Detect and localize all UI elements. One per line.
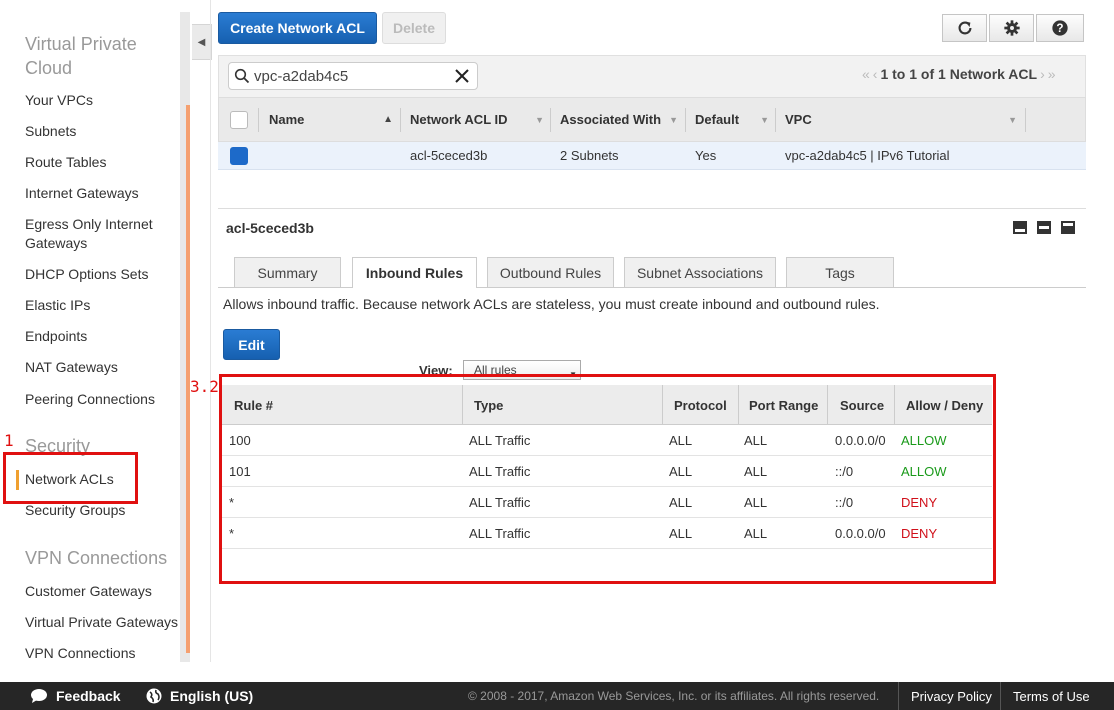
annotation-label-3-2: 3.2 xyxy=(190,377,219,396)
column-header-label: Network ACL ID xyxy=(410,112,508,127)
cell-default: Yes xyxy=(695,148,717,163)
pane-divider[interactable] xyxy=(218,208,1086,209)
highlight-box-inbound-rules xyxy=(219,374,996,584)
column-header-label: VPC xyxy=(785,112,812,127)
column-divider xyxy=(258,108,259,132)
settings-button[interactable] xyxy=(989,14,1034,42)
refresh-button[interactable] xyxy=(942,14,987,42)
privacy-policy-link[interactable]: Privacy Policy xyxy=(898,682,1004,710)
sidebar-item-egress-only-gateways[interactable]: Egress Only Internet Gateways xyxy=(25,215,170,253)
column-divider xyxy=(775,108,776,132)
rules-description: Allows inbound traffic. Because network … xyxy=(223,296,880,312)
sidebar-item-route-tables[interactable]: Route Tables xyxy=(25,153,106,172)
column-header-label: Associated With xyxy=(560,112,662,127)
table-row[interactable]: acl-5ceced3b 2 Subnets Yes vpc-a2dab4c5 … xyxy=(218,142,1086,170)
tab-inbound-rules[interactable]: Inbound Rules xyxy=(352,257,477,288)
pager-text: 1 to 1 of 1 Network ACL xyxy=(880,66,1038,82)
sidebar-item-customer-gateways[interactable]: Customer Gateways xyxy=(25,582,152,601)
tab-tags[interactable]: Tags xyxy=(786,257,894,287)
divider xyxy=(210,0,211,662)
column-divider xyxy=(1025,108,1026,132)
column-divider xyxy=(400,108,401,132)
speech-bubble-icon xyxy=(31,689,47,703)
sidebar-item-internet-gateways[interactable]: Internet Gateways xyxy=(25,184,139,203)
terms-of-use-link[interactable]: Terms of Use xyxy=(1000,682,1102,710)
acl-table-header: Name ▲ Network ACL ID ▼ Associated With ▼ D… xyxy=(218,97,1086,142)
chevron-down-icon: ▼ xyxy=(760,114,769,125)
copyright-text: © 2008 - 2017, Amazon Web Services, Inc.… xyxy=(468,689,880,703)
annotation-label-1: 1 xyxy=(4,431,14,450)
highlight-box-network-acls xyxy=(3,452,138,504)
svg-text:?: ? xyxy=(1056,22,1063,35)
next-page-icon[interactable]: › xyxy=(1040,66,1045,82)
column-header-name[interactable]: Name ▲ xyxy=(269,98,399,141)
first-page-icon[interactable]: « xyxy=(862,66,870,82)
column-divider xyxy=(550,108,551,132)
tab-outbound-rules[interactable]: Outbound Rules xyxy=(487,257,614,287)
column-header-default[interactable]: Default ▼ xyxy=(695,98,775,141)
detail-title: acl-5ceced3b xyxy=(226,220,314,236)
last-page-icon[interactable]: » xyxy=(1048,66,1056,82)
sidebar-category-vpc: Virtual Private Cloud xyxy=(25,34,137,78)
feedback-label: Feedback xyxy=(56,688,121,704)
column-header-acl-id[interactable]: Network ACL ID ▼ xyxy=(410,98,550,141)
close-icon[interactable] xyxy=(453,67,471,85)
prev-page-icon[interactable]: ‹ xyxy=(873,66,878,82)
search-value: vpc-a2dab4c5 xyxy=(254,68,349,85)
select-all-checkbox[interactable] xyxy=(230,111,248,129)
language-label: English (US) xyxy=(170,688,254,704)
help-icon: ? xyxy=(1052,20,1068,36)
tab-underline xyxy=(218,287,1086,288)
layout-top-icon[interactable] xyxy=(1061,221,1075,234)
chevron-down-icon: ▼ xyxy=(1008,114,1017,125)
sidebar-item-nat-gateways[interactable]: NAT Gateways xyxy=(25,358,118,377)
feedback-link[interactable]: Feedback xyxy=(30,688,121,704)
sidebar-item-subnets[interactable]: Subnets xyxy=(25,122,76,141)
globe-icon xyxy=(146,688,162,704)
column-header-vpc[interactable]: VPC ▼ xyxy=(785,98,1023,141)
layout-split-icon[interactable] xyxy=(1037,221,1051,234)
sidebar-item-endpoints[interactable]: Endpoints xyxy=(25,327,87,346)
sidebar-item-elastic-ips[interactable]: Elastic IPs xyxy=(25,296,90,315)
chevron-down-icon: ▼ xyxy=(669,114,678,125)
layout-bottom-icon[interactable] xyxy=(1013,221,1027,234)
delete-button[interactable]: Delete xyxy=(382,12,446,44)
cell-vpc: vpc-a2dab4c5 | IPv6 Tutorial xyxy=(785,148,950,163)
search-input[interactable]: vpc-a2dab4c5 xyxy=(228,62,478,90)
help-button[interactable]: ? xyxy=(1036,14,1084,42)
sidebar-item-dhcp-options[interactable]: DHCP Options Sets xyxy=(25,265,148,284)
column-header-label: Name xyxy=(269,112,305,127)
gear-icon xyxy=(1003,20,1020,36)
collapse-sidebar-button[interactable]: ◀ xyxy=(192,24,212,60)
column-header-associated[interactable]: Associated With ▼ xyxy=(560,98,684,141)
sidebar: Virtual Private Cloud Your VPCs Subnets … xyxy=(0,0,188,662)
chevron-down-icon: ▼ xyxy=(535,114,544,125)
column-divider xyxy=(685,108,686,132)
sidebar-item-vpn-connections[interactable]: VPN Connections xyxy=(25,644,136,663)
sidebar-category-vpn: VPN Connections xyxy=(25,548,168,568)
row-checkbox[interactable] xyxy=(230,147,248,165)
sort-asc-icon: ▲ xyxy=(383,114,393,125)
sidebar-item-peering-connections[interactable]: Peering Connections xyxy=(25,390,155,409)
cell-associated: 2 Subnets xyxy=(560,148,619,163)
cell-acl-id: acl-5ceced3b xyxy=(410,148,488,163)
footer: Feedback English (US) © 2008 - 2017, Ama… xyxy=(0,682,1114,710)
create-network-acl-button[interactable]: Create Network ACL xyxy=(218,12,377,44)
edit-button[interactable]: Edit xyxy=(223,329,280,360)
search-icon xyxy=(234,68,250,84)
sidebar-item-virtual-private-gateways[interactable]: Virtual Private Gateways xyxy=(25,613,178,632)
pagination: « ‹ 1 to 1 of 1 Network ACL › » xyxy=(862,66,1056,82)
tab-summary[interactable]: Summary xyxy=(234,257,341,287)
tab-subnet-associations[interactable]: Subnet Associations xyxy=(624,257,776,287)
refresh-icon xyxy=(958,21,971,35)
chevron-left-icon: ◀ xyxy=(197,36,206,48)
column-header-label: Default xyxy=(695,112,740,127)
sidebar-item-your-vpcs[interactable]: Your VPCs xyxy=(25,91,93,110)
language-selector[interactable]: English (US) xyxy=(146,688,253,704)
